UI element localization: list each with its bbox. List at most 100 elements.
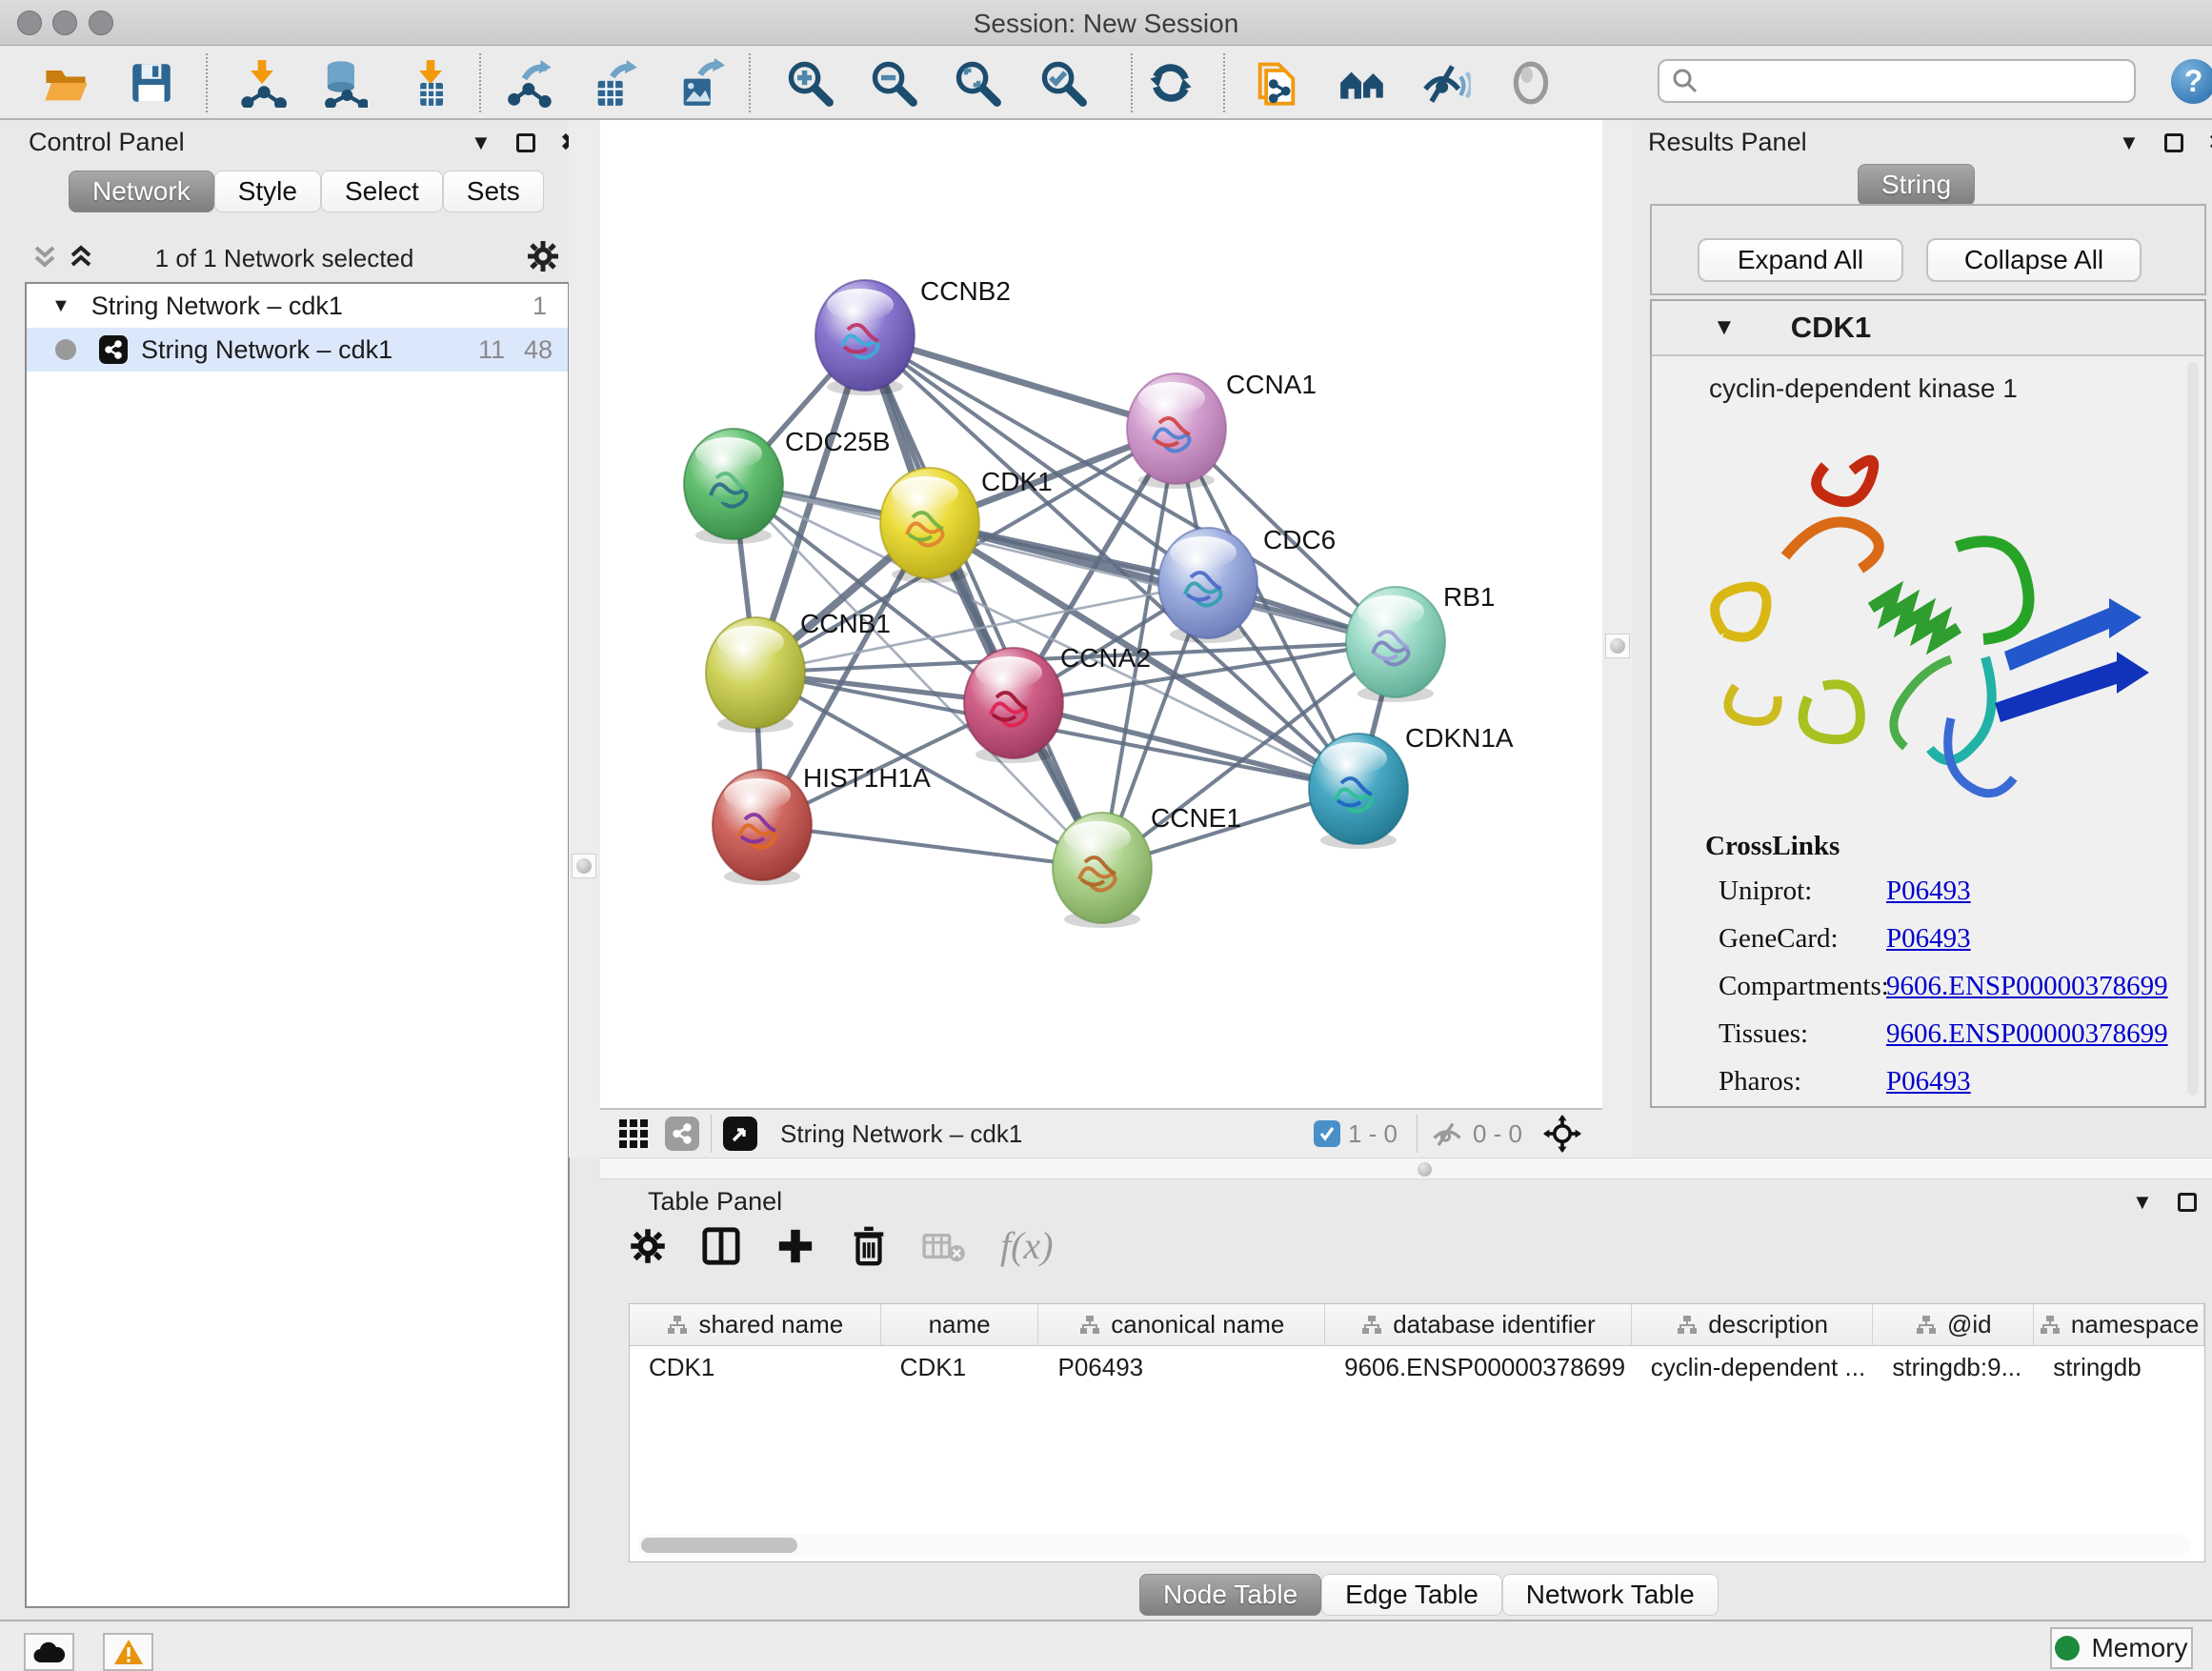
- table-cell[interactable]: CDK1: [881, 1346, 1039, 1388]
- table-settings-gear-icon[interactable]: [629, 1227, 667, 1265]
- save-session-button[interactable]: [126, 57, 177, 109]
- results-controls-box: Expand All Collapse All: [1650, 204, 2206, 295]
- grid-view-icon[interactable]: [617, 1117, 650, 1150]
- show-graphics-details-button[interactable]: [1505, 57, 1557, 109]
- table-horizontal-scrollbar[interactable]: [637, 1535, 2190, 1556]
- network-node-CCNA1[interactable]: [1127, 373, 1226, 489]
- table-tab-node-table[interactable]: Node Table: [1139, 1574, 1321, 1616]
- network-view-canvas[interactable]: CCNB2CCNA1CDC25BCDK1CDC6RB1CCNB1CCNA2CDK…: [600, 120, 1602, 1108]
- zoom-selected-button[interactable]: [1037, 57, 1089, 109]
- warnings-button[interactable]: [103, 1633, 153, 1671]
- control-panel-tab-sets[interactable]: Sets: [443, 171, 544, 212]
- memory-button[interactable]: Memory: [2050, 1627, 2193, 1669]
- results-tab-string[interactable]: String: [1858, 164, 1975, 206]
- crosslink-link[interactable]: P06493: [1886, 923, 1971, 955]
- fit-selected-crosshair-icon[interactable]: [1543, 1115, 1581, 1153]
- panel-float-icon[interactable]: [2178, 1193, 2197, 1212]
- scrollbar-thumb[interactable]: [641, 1538, 797, 1553]
- splitter-handle[interactable]: [572, 854, 596, 878]
- table-cell[interactable]: stringdb:9...: [1873, 1346, 2034, 1388]
- crosslink-link[interactable]: 9606.ENSP00000378699: [1886, 971, 2168, 1002]
- network-node-CCNE1[interactable]: [1053, 813, 1152, 928]
- gray-eye-icon: [1507, 59, 1555, 107]
- column-header--id[interactable]: @id: [1873, 1304, 2034, 1345]
- column-header-name[interactable]: name: [881, 1304, 1039, 1345]
- open-in-window-icon[interactable]: [723, 1117, 757, 1151]
- results-scrollbar[interactable]: [2187, 362, 2199, 1096]
- column-header-description[interactable]: description: [1632, 1304, 1874, 1345]
- import-table-button[interactable]: [405, 57, 456, 109]
- share-document-button[interactable]: [1251, 57, 1302, 109]
- control-panel-tab-network[interactable]: Network: [69, 171, 214, 212]
- horizontal-pane-splitter[interactable]: [600, 1158, 2212, 1179]
- table-tab-network-table[interactable]: Network Table: [1502, 1574, 1719, 1616]
- panel-float-icon[interactable]: [516, 133, 535, 152]
- export-table-button[interactable]: [589, 57, 640, 109]
- network-node-CDC6[interactable]: [1158, 528, 1257, 643]
- network-node-HIST1H1A[interactable]: [713, 770, 812, 885]
- zoom-in-button[interactable]: [784, 57, 835, 109]
- table-cell[interactable]: P06493: [1038, 1346, 1325, 1388]
- splitter-handle[interactable]: [1605, 634, 1630, 658]
- help-button[interactable]: ?: [2171, 59, 2212, 104]
- show-columns-icon[interactable]: [701, 1226, 741, 1266]
- table-row[interactable]: CDK1CDK1P064939606.ENSP00000378699cyclin…: [630, 1346, 2204, 1388]
- network-birdseye-icon[interactable]: [665, 1117, 699, 1151]
- crosslink-link[interactable]: P06493: [1886, 1066, 1971, 1097]
- column-header-namespace[interactable]: namespace: [2034, 1304, 2204, 1345]
- column-header-shared-name[interactable]: shared name: [630, 1304, 881, 1345]
- import-network-from-database-button[interactable]: [317, 57, 369, 109]
- import-network-button[interactable]: [236, 57, 288, 109]
- panel-menu-caret-icon[interactable]: ▼: [2132, 1190, 2153, 1215]
- tree-expand-icon[interactable]: ▼: [51, 295, 70, 317]
- gene-section-header[interactable]: ▼ CDK1: [1652, 301, 2204, 356]
- table-cell[interactable]: 9606.ENSP00000378699: [1325, 1346, 1632, 1388]
- network-collection-row[interactable]: ▼ String Network – cdk1 1: [27, 284, 568, 328]
- function-builder-fx-icon[interactable]: f(x): [1000, 1223, 1054, 1268]
- crosslink-link[interactable]: 9606.ENSP00000378699: [1886, 1018, 2168, 1050]
- column-header-canonical-name[interactable]: canonical name: [1038, 1304, 1325, 1345]
- network-node-CDK1[interactable]: [880, 468, 979, 583]
- selected-items-checkbox[interactable]: [1314, 1120, 1340, 1147]
- control-panel-tab-style[interactable]: Style: [214, 171, 321, 212]
- panel-float-icon[interactable]: [2164, 133, 2183, 152]
- expand-all-button[interactable]: Expand All: [1698, 238, 1903, 282]
- zoom-out-button[interactable]: [868, 57, 919, 109]
- network-node-CDKN1A[interactable]: [1309, 734, 1408, 849]
- cloud-status-button[interactable]: [24, 1633, 74, 1671]
- section-collapse-caret-icon[interactable]: ▼: [1713, 314, 1736, 341]
- crosslink-label: Compartments:: [1719, 971, 1886, 1002]
- zoom-fit-button[interactable]: [952, 57, 1003, 109]
- string-network-graph[interactable]: CCNB2CCNA1CDC25BCDK1CDC6RB1CCNB1CCNA2CDK…: [600, 120, 1602, 1108]
- table-tab-edge-table[interactable]: Edge Table: [1321, 1574, 1502, 1616]
- table-cell[interactable]: CDK1: [630, 1346, 881, 1388]
- export-image-button[interactable]: [674, 57, 726, 109]
- crosslink-link[interactable]: P06493: [1886, 876, 1971, 907]
- network-edge[interactable]: [762, 825, 1102, 868]
- right-pane-splitter[interactable]: [1602, 120, 1634, 1158]
- panel-menu-caret-icon[interactable]: ▼: [2119, 131, 2140, 155]
- panel-menu-caret-icon[interactable]: ▼: [471, 131, 492, 155]
- network-node-RB1[interactable]: [1346, 587, 1445, 702]
- delete-column-trash-icon[interactable]: [850, 1225, 888, 1267]
- search-input[interactable]: [1699, 66, 2109, 97]
- splitter-handle[interactable]: [1418, 1162, 1432, 1177]
- delete-table-icon[interactable]: [922, 1228, 966, 1264]
- collapse-all-button[interactable]: Collapse All: [1926, 238, 2142, 282]
- home-networks-button[interactable]: [1337, 57, 1388, 109]
- export-network-button[interactable]: [505, 57, 556, 109]
- gear-icon[interactable]: [526, 239, 560, 273]
- table-cell[interactable]: stringdb: [2034, 1346, 2204, 1388]
- network-node-CDC25B[interactable]: [684, 429, 783, 544]
- table-cell[interactable]: cyclin-dependent ...: [1632, 1346, 1874, 1388]
- refresh-button[interactable]: [1145, 57, 1196, 109]
- left-pane-splitter[interactable]: [569, 120, 600, 1158]
- add-column-plus-icon[interactable]: [775, 1226, 815, 1266]
- control-panel-tab-select[interactable]: Select: [321, 171, 443, 212]
- network-row[interactable]: String Network – cdk1 11 48: [27, 328, 568, 372]
- column-header-database-identifier[interactable]: database identifier: [1325, 1304, 1632, 1345]
- hide-unhide-button[interactable]: [1420, 57, 1472, 109]
- open-session-button[interactable]: [40, 57, 91, 109]
- panel-close-icon[interactable]: ✖: [2208, 128, 2212, 157]
- network-node-CCNB1[interactable]: [706, 617, 805, 733]
